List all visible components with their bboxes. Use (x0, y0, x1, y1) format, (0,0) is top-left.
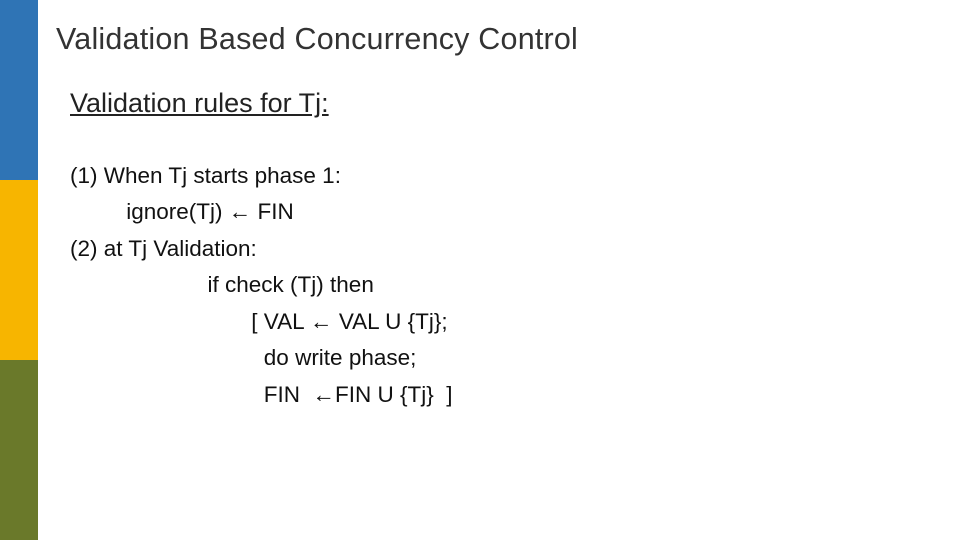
sidebar-blue (0, 0, 38, 180)
sidebar-accent (0, 0, 38, 540)
rule-line: FIN ←FIN U {Tj} ] (70, 377, 453, 413)
slide-subtitle: Validation rules for Tj: (70, 88, 329, 119)
rule-line: (1) When Tj starts phase 1: (70, 158, 453, 194)
sidebar-yellow (0, 180, 38, 360)
rule-line: (2) at Tj Validation: (70, 231, 453, 267)
rules-body: (1) When Tj starts phase 1: ignore(Tj) ←… (70, 158, 453, 413)
rule-line: if check (Tj) then (70, 267, 453, 303)
slide-title: Validation Based Concurrency Control (56, 22, 578, 57)
rule-line: do write phase; (70, 340, 453, 376)
rule-line: [ VAL ← VAL U {Tj}; (70, 304, 453, 340)
sidebar-olive (0, 360, 38, 540)
rule-line: ignore(Tj) ← FIN (70, 194, 453, 230)
